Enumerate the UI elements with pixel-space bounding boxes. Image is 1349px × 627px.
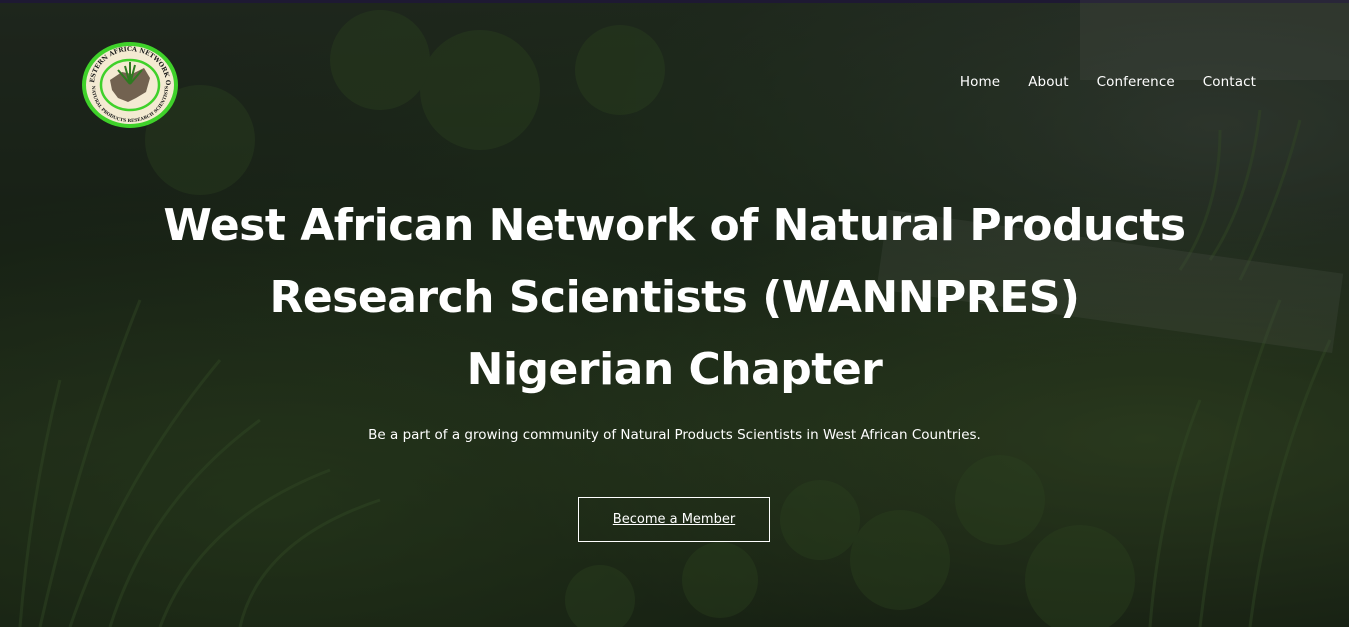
hero-title: West African Network of Natural Products… <box>0 190 1349 406</box>
hero-title-line-3: Nigerian Chapter <box>466 344 883 395</box>
nav-home[interactable]: Home <box>960 74 1000 90</box>
hero-title-line-2: Research Scientists (WANNPRES) <box>269 272 1080 323</box>
nav-contact[interactable]: Contact <box>1203 74 1256 90</box>
nav-conference[interactable]: Conference <box>1097 74 1175 90</box>
hero-title-line-1: West African Network of Natural Products <box>163 200 1186 251</box>
hero-section: WESTERN AFRICA NETWORK OF NATURAL PRODUC… <box>0 0 1349 627</box>
become-member-button[interactable]: Become a Member <box>578 497 770 542</box>
main-nav: Home About Conference Contact <box>960 74 1256 90</box>
hero-subtitle: Be a part of a growing community of Natu… <box>368 427 981 443</box>
nav-about[interactable]: About <box>1028 74 1068 90</box>
wannpres-logo[interactable]: WESTERN AFRICA NETWORK OF NATURAL PRODUC… <box>80 40 180 130</box>
